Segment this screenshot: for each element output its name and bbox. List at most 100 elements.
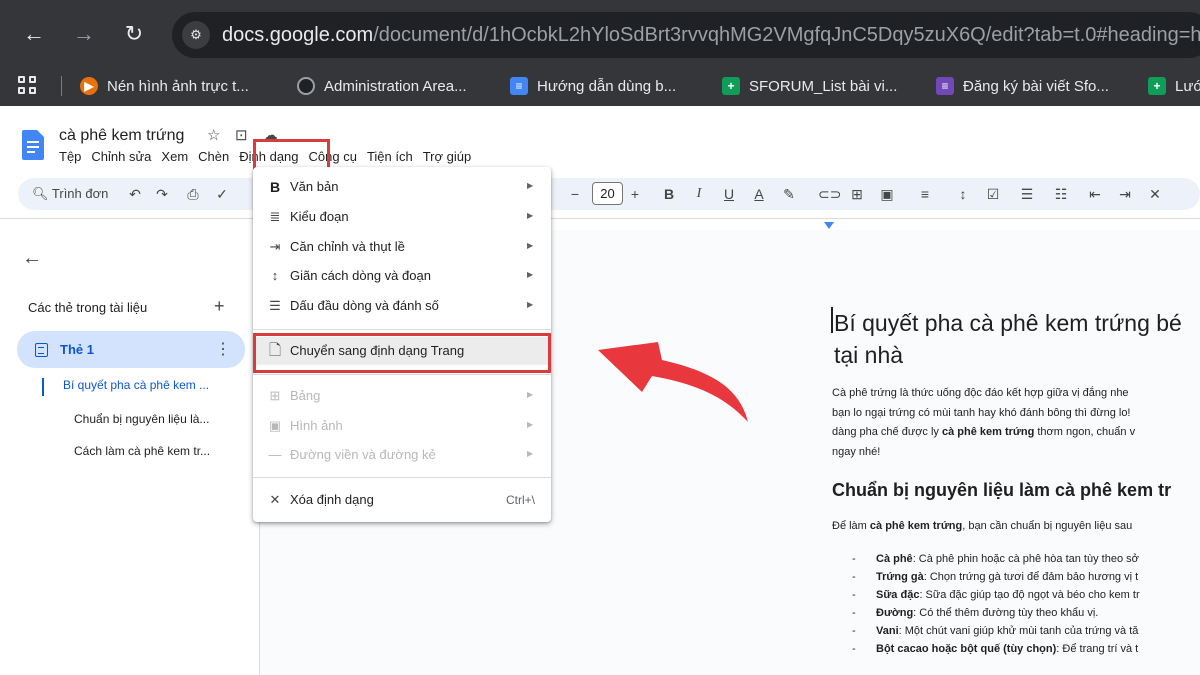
bookmark-label: Administration Area... xyxy=(324,77,467,95)
menu-item-image[interactable]: ▣ Hình ảnh ▶ xyxy=(253,412,551,440)
link-icon[interactable]: ⊂⊃ xyxy=(818,184,841,204)
document-title[interactable]: cà phê kem trứng xyxy=(59,127,184,145)
menu-item-table[interactable]: ⊞ Bảng ▶ xyxy=(253,382,551,410)
move-folder-icon[interactable]: ⊡ xyxy=(235,126,248,144)
flame-icon: ▶ xyxy=(80,77,98,95)
text-color-icon[interactable]: A xyxy=(750,184,768,204)
docs-logo-icon[interactable] xyxy=(22,130,44,160)
bookmark-item[interactable]: ▶ Nén hình ảnh trực t... xyxy=(80,74,249,98)
menu-item-line-spacing[interactable]: ↕ Giãn cách dòng và đoạn ▶ xyxy=(253,262,551,290)
list-item[interactable]: - Trứng gà: Chọn trứng gà tươi để đảm bảo… xyxy=(852,571,1138,583)
menu-help[interactable]: Trợ giúp xyxy=(423,149,472,167)
bold-icon[interactable]: B xyxy=(660,184,678,204)
list-item[interactable]: - Bột cacao hoặc bột quế (tùy chọn): Để t… xyxy=(852,643,1138,655)
list-item[interactable]: - Vani: Một chút vani giúp khử mùi tanh c… xyxy=(852,625,1138,637)
url-text[interactable]: docs.google.com/document/d/1hOcbkL2hYloS… xyxy=(222,24,1200,47)
submenu-arrow-icon: ▶ xyxy=(527,270,534,279)
bullet-text: : Cà phê phin hoặc cà phê hòa tan tùy th… xyxy=(912,553,1139,565)
font-size-field[interactable]: 20 xyxy=(592,182,623,205)
bullet-text: : Chọn trứng gà tươi để đảm bảo hương vị… xyxy=(923,571,1139,583)
menu-item-borders[interactable]: — Đường viền và đường kẻ ▶ xyxy=(253,441,551,469)
line-spacing-icon: ↕ xyxy=(271,268,279,283)
reload-icon[interactable]: ↻ xyxy=(120,20,148,48)
intro-paragraph[interactable]: Cà phê trứng là thức uống độc đáo kết hợ… xyxy=(832,384,1135,462)
numbered-list-icon[interactable]: ☷ xyxy=(1052,184,1070,204)
bookmark-label: Đăng ký bài viết Sfo... xyxy=(963,77,1109,95)
menu-item-label: Giãn cách dòng và đoạn xyxy=(290,268,431,283)
redo-icon[interactable]: ↷ xyxy=(153,184,171,204)
list-item[interactable]: - Đường: Có thể thêm đường tùy theo khẩu … xyxy=(852,607,1098,619)
menu-view[interactable]: Xem xyxy=(161,149,188,167)
checklist-icon[interactable]: ☑ xyxy=(984,184,1002,204)
bookmark-label: Hướng dẫn dùng b... xyxy=(537,77,677,95)
indent-decrease-icon[interactable]: ⇤ xyxy=(1086,184,1104,204)
comment-icon[interactable]: ⊞ xyxy=(848,184,866,204)
menu-item-align-indent[interactable]: ⇥ Căn chỉnh và thụt lề ▶ xyxy=(253,233,551,261)
underline-icon[interactable]: U xyxy=(720,184,738,204)
submenu-arrow-icon: ▶ xyxy=(527,300,534,309)
menu-item-bullets[interactable]: ☰ Dấu đầu dòng và đánh số ▶ xyxy=(253,292,551,320)
menu-edit[interactable]: Chỉnh sửa xyxy=(91,149,151,167)
outline-heading-2[interactable]: Chuẩn bị nguyên liệu là... xyxy=(74,412,209,426)
bookmark-item[interactable]: Administration Area... xyxy=(297,74,467,98)
bookmark-item[interactable]: + SFORUM_List bài vi... xyxy=(722,74,897,98)
submenu-arrow-icon: ▶ xyxy=(527,241,534,250)
back-arrow-icon[interactable]: ← xyxy=(22,247,42,270)
menu-search[interactable]: 🔍︎ Trình đơn xyxy=(32,186,108,202)
print-icon[interactable]: ⎙ xyxy=(184,184,202,204)
increase-font-icon[interactable]: + xyxy=(626,184,644,204)
menu-extensions[interactable]: Tiện ích xyxy=(367,149,413,167)
text-run: , bạn cần chuẩn bị nguyên liệu sau xyxy=(962,520,1133,532)
more-options-icon[interactable]: ⋮ xyxy=(215,339,231,359)
tab-item-active[interactable]: Thẻ 1 ⋮ xyxy=(17,331,245,368)
document-heading[interactable]: Bí quyết pha cà phê kem trứng bé tại nhà xyxy=(834,307,1200,371)
menu-item-label: Dấu đầu dòng và đánh số xyxy=(290,298,439,313)
add-tab-icon[interactable]: + xyxy=(214,296,225,317)
back-icon[interactable]: ← xyxy=(20,20,48,48)
highlight-icon[interactable]: ✎ xyxy=(780,184,798,204)
star-icon[interactable]: ☆ xyxy=(207,126,220,144)
bookmark-item[interactable]: ≡ Đăng ký bài viết Sfo... xyxy=(936,74,1109,98)
apps-grid-icon[interactable] xyxy=(18,76,38,96)
decrease-font-icon[interactable]: − xyxy=(566,184,584,204)
list-item[interactable]: - Cà phê: Cà phê phin hoặc cà phê hòa tan… xyxy=(852,553,1139,565)
italic-icon[interactable]: I xyxy=(690,184,708,204)
outline-heading-1[interactable]: Bí quyết pha cà phê kem ... xyxy=(63,378,209,392)
address-bar[interactable]: ⚙ docs.google.com/document/d/1hOcbkL2hYl… xyxy=(172,12,1200,58)
spellcheck-icon[interactable]: ✓ xyxy=(213,184,231,204)
bullet-list-icon: ☰ xyxy=(269,298,281,313)
url-path: /document/d/1hOcbkL2hYloSdBrt3rvvqhMG2VM… xyxy=(373,24,1200,46)
menu-item-label: Văn bản xyxy=(290,179,339,194)
clear-formatting-icon[interactable]: ✕ xyxy=(1146,184,1164,204)
bullet-list-icon[interactable]: ☰ xyxy=(1018,184,1036,204)
undo-icon[interactable]: ↶ xyxy=(126,184,144,204)
forward-icon[interactable]: → xyxy=(70,20,98,48)
text-cursor xyxy=(831,307,833,333)
shortcut-label: Ctrl+\ xyxy=(505,493,535,507)
align-icon[interactable]: ≡ xyxy=(916,184,934,204)
url-host: docs.google.com xyxy=(222,24,374,46)
search-icon: 🔍︎ xyxy=(32,186,49,201)
ruler xyxy=(0,218,1200,219)
indent-increase-icon[interactable]: ⇥ xyxy=(1116,184,1134,204)
section-heading[interactable]: Chuẩn bị nguyên liệu làm cà phê kem tr xyxy=(832,480,1171,501)
menu-item-paragraph-style[interactable]: ≣ Kiểu đoạn ▶ xyxy=(253,203,551,231)
paragraph-line: bạn lo ngại trứng có mùi tanh hay khó đá… xyxy=(832,406,1131,419)
outline-heading-3[interactable]: Cách làm cà phê kem tr... xyxy=(74,444,210,458)
menu-insert[interactable]: Chèn xyxy=(198,149,229,167)
prep-paragraph[interactable]: Để làm cà phê kem trứng, bạn cần chuẩn b… xyxy=(832,517,1132,537)
menu-item-label: Hình ảnh xyxy=(290,418,343,433)
menu-item-label: Xóa định dạng xyxy=(290,492,374,507)
site-info-icon[interactable]: ⚙ xyxy=(182,21,210,49)
line-spacing-icon[interactable]: ↕ xyxy=(954,184,972,204)
menu-item-clear-formatting[interactable]: ✕ Xóa định dạng Ctrl+\ xyxy=(253,486,551,514)
sheets-icon: + xyxy=(722,77,740,95)
menu-item-text[interactable]: B Văn bản ▶ xyxy=(253,173,551,201)
bookmark-item[interactable]: + Lướ xyxy=(1148,74,1200,98)
list-item[interactable]: - Sữa đặc: Sữa đặc giúp tạo độ ngọt và bé… xyxy=(852,589,1140,601)
menu-file[interactable]: Tệp xyxy=(59,149,81,167)
indent-marker-icon[interactable] xyxy=(824,222,834,229)
menu-item-label: Bảng xyxy=(290,388,321,403)
image-icon[interactable]: ▣ xyxy=(878,184,896,204)
bookmark-item[interactable]: ≡ Hướng dẫn dùng b... xyxy=(510,74,676,98)
